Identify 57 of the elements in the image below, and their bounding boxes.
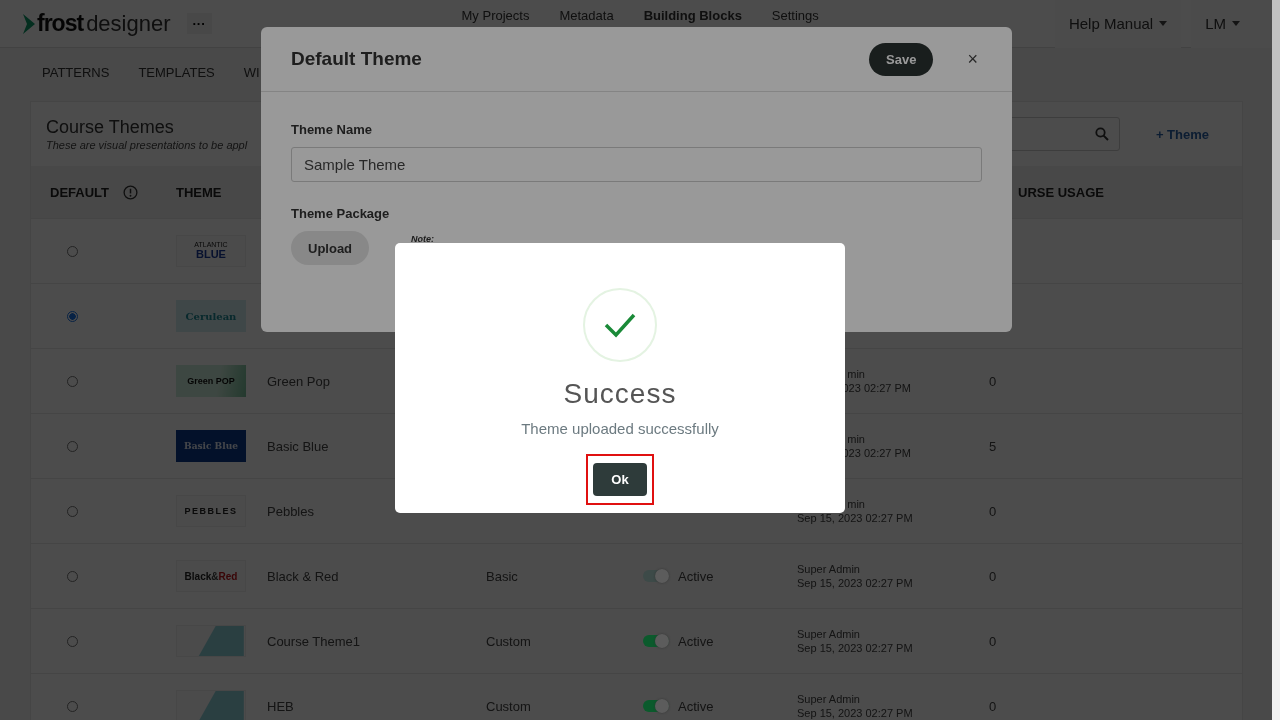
- chevron-logo-icon: [22, 12, 36, 35]
- theme-name-field[interactable]: Sample Theme: [291, 147, 982, 182]
- nav-link[interactable]: Metadata: [559, 8, 614, 23]
- radio-button[interactable]: [67, 310, 78, 322]
- status-toggle[interactable]: [643, 570, 669, 582]
- column-header: THEME: [176, 184, 222, 200]
- status-label: Active: [678, 568, 714, 584]
- scrollbar[interactable]: [1272, 0, 1280, 720]
- nav-link[interactable]: Building Blocks: [643, 8, 742, 23]
- add-theme-link[interactable]: + Theme: [1155, 126, 1209, 142]
- theme-name: Pebbles: [267, 503, 314, 519]
- theme-name: Black & Red: [267, 568, 339, 584]
- status-toggle[interactable]: [643, 635, 669, 647]
- sub-nav-tab[interactable]: PATTERNS: [42, 65, 110, 80]
- more-button[interactable]: ···: [186, 13, 212, 34]
- info-icon: [123, 184, 138, 200]
- sub-nav-tab[interactable]: WI: [243, 65, 260, 80]
- upload-button[interactable]: Upload: [291, 231, 370, 265]
- course-usage: 5: [989, 438, 997, 454]
- theme-type: Custom: [486, 633, 531, 649]
- theme-thumbnail: PEBBLES: [176, 495, 246, 527]
- status-toggle[interactable]: [643, 700, 669, 712]
- status-label: Active: [678, 633, 714, 649]
- theme-name: HEB: [267, 698, 294, 714]
- status-label: Active: [678, 698, 714, 714]
- modal-title: Default Theme: [291, 48, 422, 70]
- dialog-message: Theme uploaded successfully: [521, 420, 719, 437]
- theme-name: Course Theme1: [267, 633, 360, 649]
- nav-link[interactable]: My Projects: [461, 8, 530, 23]
- note-text: Note:: [411, 234, 435, 244]
- logo-text: frost: [37, 10, 84, 37]
- scrollbar-thumb[interactable]: [1272, 0, 1280, 240]
- card-title: Course Themes: [46, 117, 175, 138]
- theme-type: Custom: [486, 698, 531, 714]
- caret-icon: [1232, 21, 1240, 26]
- theme-name: Green Pop: [267, 373, 330, 389]
- theme-name: Basic Blue: [267, 438, 329, 454]
- theme-thumbnail: Green POP: [176, 365, 246, 397]
- field-label: Theme Name: [291, 122, 373, 137]
- theme-thumbnail: Basic Blue: [176, 430, 246, 462]
- save-button[interactable]: Save: [869, 42, 934, 76]
- check-icon: [582, 287, 658, 363]
- logo[interactable]: frostdesigner: [22, 10, 171, 37]
- field-label: Theme Package: [291, 206, 391, 221]
- theme-type: Basic: [486, 568, 518, 584]
- sub-nav-tab[interactable]: TEMPLATES: [138, 65, 215, 80]
- close-button[interactable]: ×: [963, 48, 982, 70]
- column-header: URSE USAGE: [1018, 184, 1104, 200]
- ok-button[interactable]: Ok: [593, 463, 647, 496]
- nav-link[interactable]: Settings: [771, 8, 819, 23]
- search-icon: [1094, 127, 1109, 141]
- caret-icon: [1159, 21, 1168, 26]
- dialog-title: Success: [563, 378, 677, 410]
- theme-thumbnail: Black&Red: [176, 560, 246, 592]
- logo-text: designer: [86, 10, 171, 37]
- theme-thumbnail: [176, 625, 246, 657]
- column-header: DEFAULT: [50, 184, 109, 200]
